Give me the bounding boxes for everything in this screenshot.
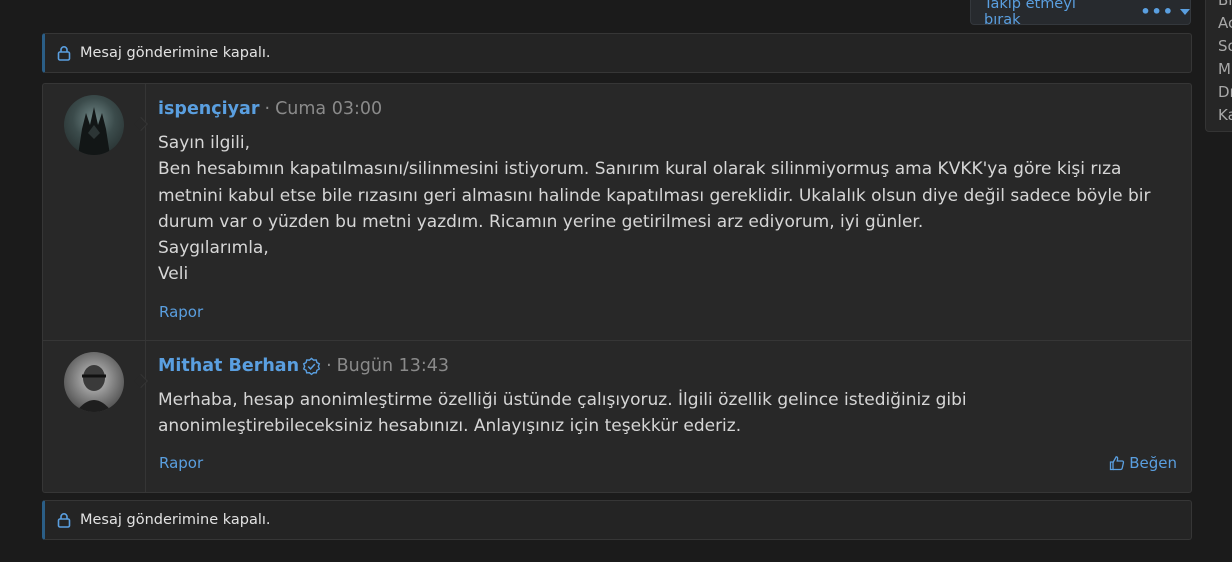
sidebar-fragment[interactable]: Ac (1218, 14, 1232, 32)
message-body: Sayın ilgili, Ben hesabımın kapatılmasın… (158, 130, 1158, 288)
thread-locked-notice-top: Mesaj gönderimine kapalı. (42, 33, 1192, 73)
sidebar-fragment[interactable]: Bı (1218, 0, 1232, 9)
post-timestamp[interactable]: Bugün 13:43 (337, 356, 449, 376)
message-body: Merhaba, hesap anonimleştirme özelliği ü… (158, 387, 1158, 440)
message-line: Saygılarımla, (158, 238, 269, 259)
report-link[interactable]: Rapor (159, 303, 203, 321)
like-button[interactable]: Beğen (1109, 454, 1177, 472)
sidebar-fragment[interactable]: M (1218, 60, 1231, 78)
avatar[interactable] (64, 352, 124, 412)
user-column (43, 341, 149, 492)
username-link[interactable]: Mithat Berhan (158, 356, 299, 376)
thumbs-up-icon (1110, 456, 1125, 471)
chevron-down-icon (1180, 9, 1190, 15)
message-thread: ispençiyar · Cuma 03:00 Sayın ilgili, Be… (42, 83, 1192, 493)
message-post: ispençiyar · Cuma 03:00 Sayın ilgili, Be… (43, 84, 1191, 341)
message-line: Merhaba, hesap anonimleştirme özelliği ü… (158, 390, 967, 437)
meta-separator: · (326, 356, 332, 376)
verified-badge-icon (302, 357, 321, 375)
message-meta: ispençiyar · Cuma 03:00 (158, 99, 382, 119)
message-pointer (133, 116, 149, 132)
meta-separator: · (264, 99, 271, 119)
unfollow-button[interactable]: Takip etmeyi bırak (984, 0, 1113, 28)
sidebar-fragment[interactable]: So (1218, 37, 1232, 55)
thread-actions-bar: Takip etmeyi bırak ••• (970, 0, 1191, 28)
lock-icon (57, 513, 71, 528)
locked-notice-text: Mesaj gönderimine kapalı. (80, 45, 271, 61)
avatar-image-icon (78, 107, 110, 155)
avatar-image-icon (76, 365, 112, 412)
post-timestamp[interactable]: Cuma 03:00 (275, 99, 382, 119)
message-meta: Mithat Berhan · Bugün 13:43 (158, 356, 449, 376)
user-column (43, 84, 149, 340)
report-link[interactable]: Rapor (159, 454, 203, 472)
message-post: Mithat Berhan · Bugün 13:43 Merhaba, hes… (43, 341, 1191, 492)
avatar[interactable] (64, 95, 124, 155)
username-link[interactable]: ispençiyar (158, 99, 260, 119)
more-dots-icon: ••• (1140, 2, 1174, 21)
lock-icon (57, 46, 71, 61)
sidebar-fragment[interactable]: Dı (1218, 83, 1232, 101)
locked-notice-text: Mesaj gönderimine kapalı. (80, 512, 271, 528)
sidebar-fragment[interactable]: Ka (1218, 106, 1232, 124)
like-label: Beğen (1129, 454, 1177, 472)
more-options-button[interactable]: ••• (1140, 2, 1190, 21)
thread-locked-notice-bottom: Mesaj gönderimine kapalı. (42, 500, 1192, 540)
message-line: Veli (158, 264, 189, 285)
message-pointer (133, 373, 149, 389)
message-line: Ben hesabımın kapatılmasını/silinmesini … (158, 159, 1151, 232)
message-line: Sayın ilgili, (158, 133, 250, 153)
right-sidebar-panel: Bı Ac So M Dı Ka (1205, 0, 1232, 132)
